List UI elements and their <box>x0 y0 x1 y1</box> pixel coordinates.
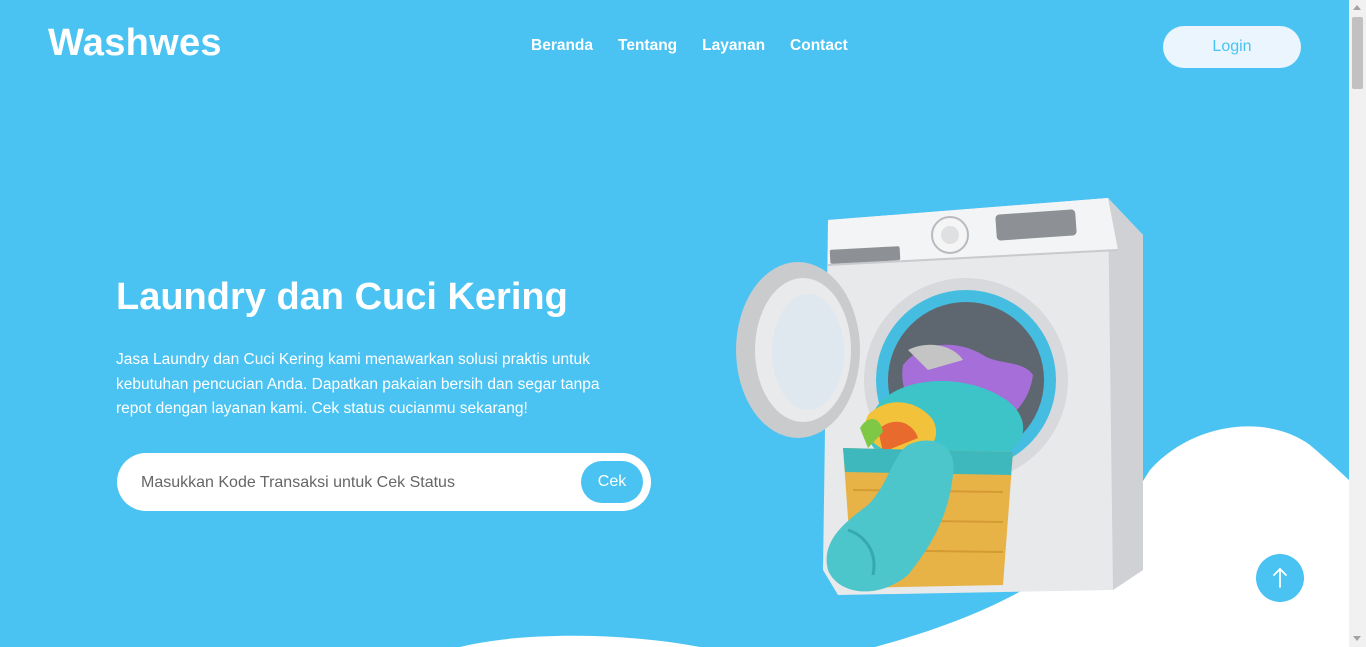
page: Washwes Beranda Tentang Layanan Contact … <box>0 0 1349 647</box>
transaction-search-form: Cek <box>117 453 651 511</box>
arrow-up-icon <box>1273 568 1287 588</box>
nav-link-layanan[interactable]: Layanan <box>702 37 765 55</box>
scroll-to-top-button[interactable] <box>1256 554 1304 602</box>
brand-logo[interactable]: Washwes <box>48 22 222 65</box>
washing-machine-illustration <box>736 198 1143 595</box>
main-nav: Beranda Tentang Layanan Contact <box>531 37 848 55</box>
transaction-code-input[interactable] <box>139 467 573 499</box>
cek-button[interactable]: Cek <box>581 461 643 503</box>
hero-title: Laundry dan Cuci Kering <box>116 276 568 318</box>
scroll-up-arrow-icon[interactable] <box>1353 5 1361 10</box>
login-button[interactable]: Login <box>1163 26 1301 68</box>
scroll-down-arrow-icon[interactable] <box>1353 636 1361 641</box>
vertical-scrollbar[interactable] <box>1349 0 1366 647</box>
scrollbar-thumb[interactable] <box>1352 17 1363 89</box>
hero-description: Jasa Laundry dan Cuci Kering kami menawa… <box>116 351 600 417</box>
nav-link-beranda[interactable]: Beranda <box>531 37 593 55</box>
nav-link-tentang[interactable]: Tentang <box>618 37 677 55</box>
nav-link-contact[interactable]: Contact <box>790 37 848 55</box>
